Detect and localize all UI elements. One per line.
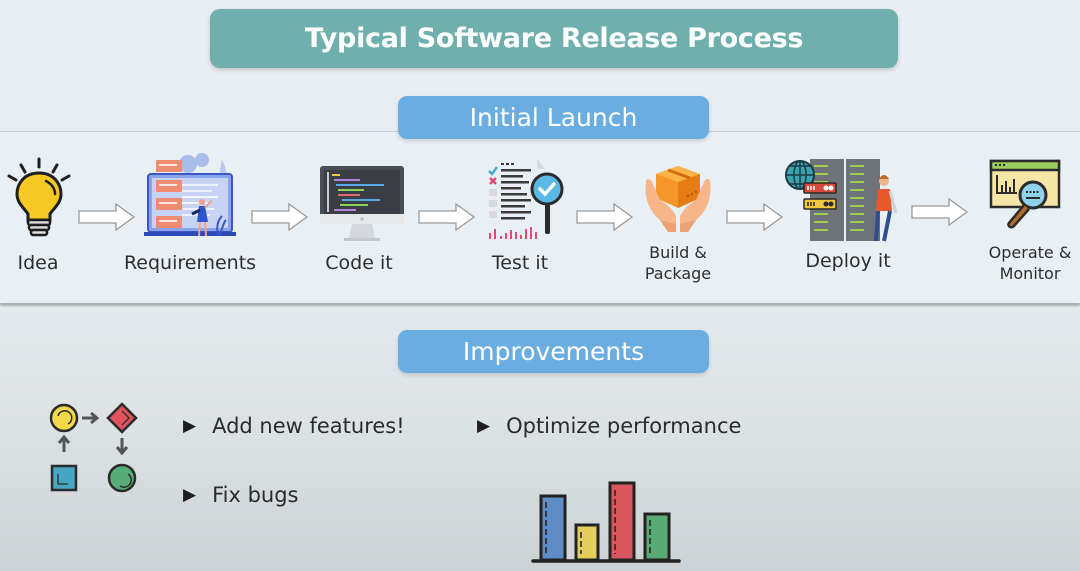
step-label-build-line2: Package — [644, 264, 712, 283]
bullet-triangle-icon: ▶ — [183, 485, 197, 505]
step-label-operate-monitor: Operate & Monitor — [940, 242, 1080, 284]
section-improvements: Improvements — [398, 330, 709, 373]
improvement-item: ▶ Optimize performance — [477, 414, 741, 438]
step-label-test-it: Test it — [491, 252, 549, 274]
arrow-right-icon — [911, 198, 969, 226]
test-report-magnifier-icon — [488, 159, 564, 239]
step-label-operate-line2: Monitor — [999, 264, 1061, 283]
page-title: Typical Software Release Process — [210, 9, 898, 68]
improvement-item: ▶ Add new features! — [183, 414, 405, 438]
improvement-item-label: Fix bugs — [212, 483, 299, 507]
arrow-right-icon — [251, 203, 309, 231]
requirements-laptop-icon — [144, 153, 236, 237]
arrow-right-icon — [78, 203, 136, 231]
section-initial-launch: Initial Launch — [398, 96, 709, 139]
step-label-build-line1: Build & — [649, 243, 707, 262]
step-label-code-it: Code it — [325, 252, 393, 274]
lightbulb-icon — [7, 157, 71, 237]
monitor-dashboard-icon — [989, 159, 1061, 229]
package-hands-icon — [645, 166, 711, 232]
arrow-right-icon — [726, 203, 784, 231]
server-rack-icon — [785, 159, 898, 242]
step-label-operate-line1: Operate & — [988, 243, 1072, 262]
arrow-right-icon — [418, 203, 476, 231]
arrow-right-icon — [576, 203, 634, 231]
code-monitor-icon — [320, 166, 404, 241]
step-label-deploy-it: Deploy it — [805, 250, 891, 272]
step-label-requirements: Requirements — [123, 252, 257, 274]
improvement-item-label: Optimize performance — [506, 414, 742, 438]
improvement-item-label: Add new features! — [212, 414, 405, 438]
workflow-cycle-icon — [49, 402, 138, 493]
bullet-triangle-icon: ▶ — [183, 416, 197, 436]
improvement-item: ▶ Fix bugs — [183, 483, 298, 507]
step-label-build-package: Build & Package — [588, 242, 768, 284]
bullet-triangle-icon: ▶ — [477, 416, 491, 436]
bar-chart-icon — [531, 481, 681, 563]
